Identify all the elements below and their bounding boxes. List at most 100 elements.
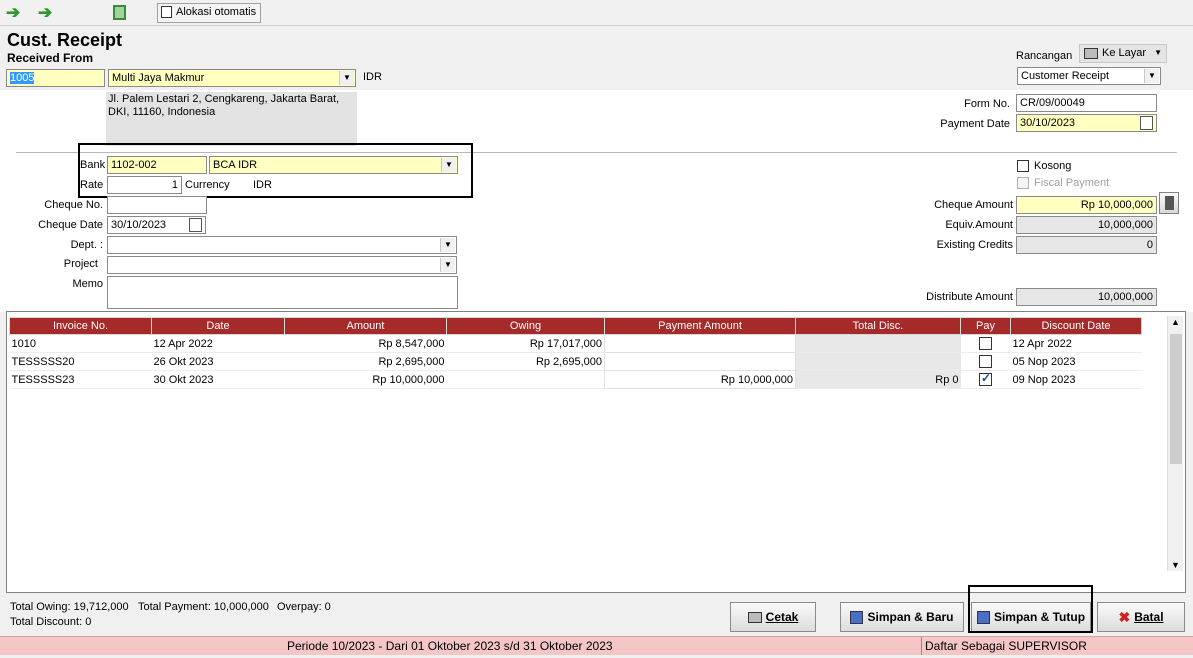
printer-icon	[747, 611, 762, 623]
bank-name-value: BCA IDR	[213, 159, 258, 171]
total-owing: Total Owing: 19,712,000	[10, 601, 129, 613]
save-close-button[interactable]: Simpan & Tutup	[971, 602, 1091, 632]
chevron-down-icon[interactable]: ▼	[440, 238, 455, 252]
scroll-up-icon[interactable]: ▲	[1171, 317, 1180, 327]
chevron-down-icon[interactable]: ▼	[1144, 69, 1159, 83]
rate-label: Rate	[80, 179, 104, 191]
cell-invoice: 1010	[9, 334, 152, 353]
cheque-no-label: Cheque No.	[44, 199, 103, 211]
form-no-label: Form No.	[964, 98, 1010, 110]
cell-disc-date: 09 Nop 2023	[1010, 370, 1142, 389]
back-arrow-icon[interactable]: ➔	[6, 3, 20, 23]
customer-name-value: Multi Jaya Makmur	[112, 72, 205, 84]
form-no-field[interactable]: CR/09/00049	[1016, 94, 1157, 112]
cell-amount: Rp 8,547,000	[284, 334, 447, 353]
cancel-icon: ✖	[1118, 608, 1131, 625]
scroll-thumb[interactable]	[1170, 334, 1182, 464]
cell-disc	[795, 352, 961, 371]
bank-label: Bank	[80, 159, 106, 171]
cancel-button[interactable]: ✖ Batal	[1097, 602, 1185, 632]
save-new-button[interactable]: Simpan & Baru	[840, 602, 964, 632]
template-select[interactable]: Customer Receipt ▼	[1017, 67, 1161, 85]
col-pay[interactable]: Pay	[960, 317, 1011, 335]
rate-value: 1	[171, 179, 178, 191]
calendar-icon[interactable]	[189, 218, 202, 232]
bank-code-value: 1102-002	[111, 159, 157, 171]
col-owing[interactable]: Owing	[446, 317, 605, 335]
received-from-label: Received From	[7, 51, 94, 65]
cell-disc: Rp 0	[795, 370, 961, 389]
col-payment-amount[interactable]: Payment Amount	[604, 317, 796, 335]
output-select[interactable]: Ke Layar ▼	[1079, 44, 1167, 63]
cheque-date-value: 30/10/2023	[111, 219, 167, 231]
pay-checkbox[interactable]	[979, 337, 992, 350]
fiscal-label: Fiscal Payment	[1034, 177, 1110, 189]
cell-payment[interactable]	[604, 352, 796, 371]
pay-checkbox[interactable]	[979, 355, 992, 368]
auto-alloc-button[interactable]: Alokasi otomatis	[157, 3, 262, 23]
currency-label: Currency	[185, 179, 230, 191]
col-invoice-no[interactable]: Invoice No.	[9, 317, 152, 335]
vertical-scrollbar[interactable]: ▲ ▼	[1167, 316, 1183, 571]
project-select[interactable]: ▼	[107, 256, 457, 274]
customer-name-select[interactable]: Multi Jaya Makmur ▼	[108, 69, 356, 87]
cell-owing: Rp 17,017,000	[446, 334, 605, 353]
equiv-amount-label: Equiv.Amount	[945, 219, 1013, 231]
memo-label: Memo	[72, 278, 103, 290]
address-box: Jl. Palem Lestari 2, Cengkareng, Jakarta…	[106, 92, 357, 146]
table-row[interactable]: TESSSSS23 30 Okt 2023 Rp 10,000,000 Rp 1…	[9, 370, 1142, 389]
calculator-icon[interactable]	[1159, 192, 1179, 214]
edit-icon	[161, 6, 172, 18]
distribute-amount-label: Distribute Amount	[926, 291, 1013, 303]
memo-field[interactable]	[107, 276, 458, 309]
cheque-amount-field[interactable]: Rp 10,000,000	[1016, 196, 1157, 214]
rancangan-label: Rancangan	[1016, 50, 1073, 62]
table-row[interactable]: 1010 12 Apr 2022 Rp 8,547,000 Rp 17,017,…	[9, 334, 1142, 353]
form-no-value: CR/09/00049	[1020, 97, 1085, 109]
auto-alloc-label: Alokasi otomatis	[176, 6, 257, 18]
cheque-date-field[interactable]: 30/10/2023	[107, 216, 206, 234]
chevron-down-icon[interactable]: ▼	[440, 258, 455, 272]
pay-checkbox-checked[interactable]: ✓	[979, 371, 992, 386]
status-divider	[921, 637, 922, 655]
cell-pay	[960, 352, 1011, 371]
dept-select[interactable]: ▼	[107, 236, 457, 254]
cell-invoice: TESSSSS23	[9, 370, 152, 389]
copy-icon[interactable]	[113, 5, 126, 20]
cheque-no-field[interactable]	[107, 196, 207, 214]
existing-credits-label: Existing Credits	[936, 239, 1013, 251]
cell-payment[interactable]	[604, 334, 796, 353]
print-button[interactable]: Cetak	[730, 602, 816, 632]
user-status: Daftar Sebagai SUPERVISOR	[925, 639, 1087, 653]
forward-arrow-icon[interactable]: ➔	[38, 3, 52, 23]
payment-date-field[interactable]: 30/10/2023	[1016, 114, 1157, 132]
customer-address: Jl. Palem Lestari 2, Cengkareng, Jakarta…	[108, 93, 340, 118]
col-discount-date[interactable]: Discount Date	[1010, 317, 1142, 335]
customer-currency: IDR	[363, 71, 382, 83]
calendar-icon[interactable]	[1140, 116, 1153, 130]
cell-payment[interactable]: Rp 10,000,000	[604, 370, 796, 389]
customer-id-value: 1005	[10, 72, 35, 84]
col-total-disc[interactable]: Total Disc.	[795, 317, 961, 335]
col-date[interactable]: Date	[151, 317, 285, 335]
customer-id-field[interactable]: 1005	[6, 69, 105, 87]
bank-code-field[interactable]: 1102-002	[107, 156, 207, 174]
toolbar: ➔ ➔ Alokasi otomatis	[0, 0, 1193, 26]
payment-date-value: 30/10/2023	[1020, 117, 1076, 129]
bank-name-select[interactable]: BCA IDR ▼	[209, 156, 458, 174]
scroll-down-icon[interactable]: ▼	[1171, 560, 1180, 570]
table-header-row: Invoice No. Date Amount Owing Payment Am…	[9, 317, 1142, 335]
fiscal-checkbox[interactable]	[1017, 177, 1029, 189]
kosong-checkbox[interactable]	[1017, 160, 1029, 172]
col-amount[interactable]: Amount	[284, 317, 447, 335]
rate-field[interactable]: 1	[107, 176, 182, 194]
dept-label: Dept. :	[70, 239, 103, 251]
chevron-down-icon[interactable]: ▼	[441, 158, 456, 172]
distribute-amount-value: 10,000,000	[1097, 291, 1153, 303]
total-discount: Total Discount: 0	[10, 616, 92, 628]
table-row[interactable]: TESSSSS20 26 Okt 2023 Rp 2,695,000 Rp 2,…	[9, 352, 1142, 371]
cell-pay: ✓	[960, 370, 1011, 389]
page-title: Cust. Receipt	[7, 30, 123, 50]
chevron-down-icon[interactable]: ▼	[339, 71, 354, 85]
template-value: Customer Receipt	[1021, 70, 1110, 82]
